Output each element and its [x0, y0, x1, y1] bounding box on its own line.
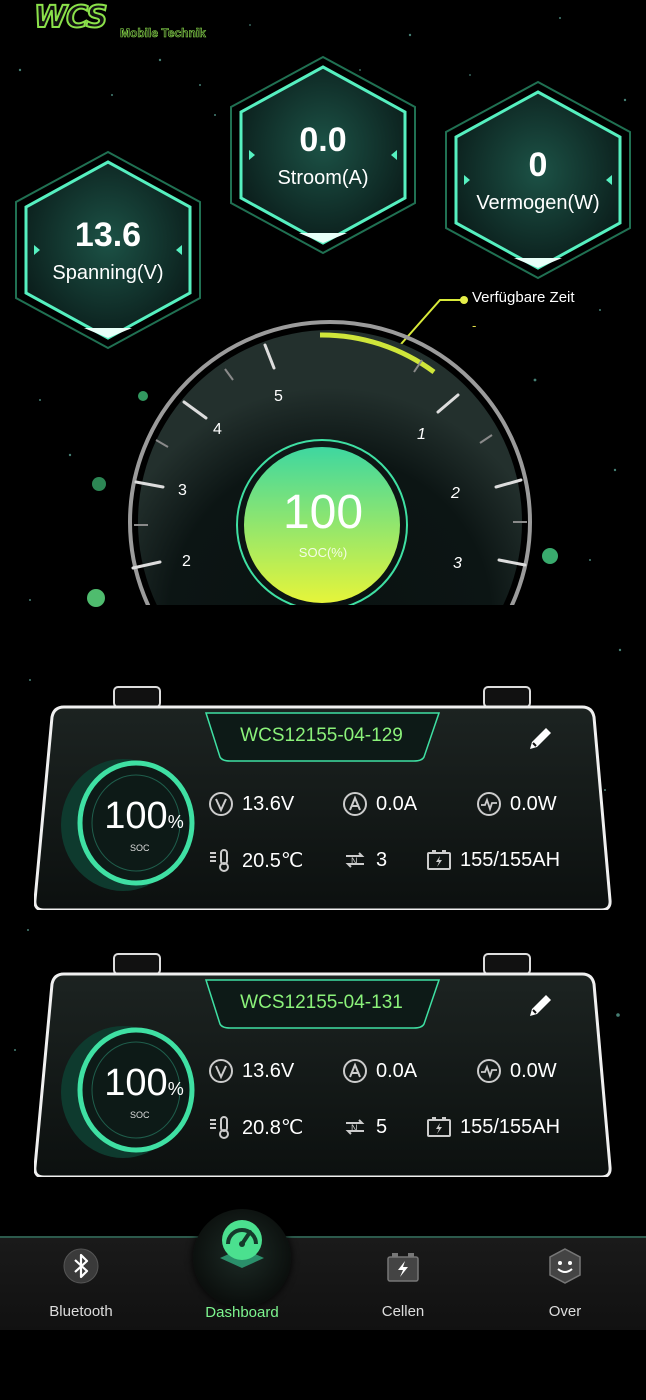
edit-pencil-icon[interactable]: [524, 723, 556, 755]
gauge-tick-label: 1: [417, 426, 426, 443]
power-value: 0: [528, 146, 548, 184]
battery-temperature: 20.5℃: [208, 847, 303, 873]
battery-cycles: N 5: [342, 1114, 387, 1140]
nav-label: Over: [548, 1303, 582, 1320]
wcs-logo: WCS Mobile Technik: [32, 0, 222, 44]
bluetooth-icon: [63, 1248, 99, 1284]
battery-charge-icon: [427, 1117, 451, 1137]
nav-item-dashboard[interactable]: Dashboard: [187, 1220, 297, 1330]
battery-charge-icon: [427, 850, 451, 870]
battery-power: 0.0W: [476, 1058, 557, 1084]
available-time-label: Verfügbare Zeit: [472, 289, 575, 306]
battery-temperature-value: 20.5℃: [242, 849, 304, 872]
battery-power: 0.0W: [476, 791, 557, 817]
nav-label: Bluetooth: [49, 1303, 113, 1320]
battery-temperature-value: 20.8℃: [242, 1116, 304, 1139]
thermometer-icon: [210, 1116, 229, 1139]
logo-mark: WCS: [33, 0, 109, 36]
battery-current-value: 0.0A: [376, 1059, 418, 1082]
battery-voltage-value: 13.6V: [242, 792, 295, 815]
bottom-navigation: Bluetooth Cellen Over: [0, 1236, 646, 1330]
battery-card[interactable]: WCS12155-04-129 100% SOC 13.6V 0.0A 0.0W…: [34, 685, 612, 910]
battery-power-value: 0.0W: [510, 792, 557, 815]
power-wave-icon: [477, 1059, 501, 1083]
power-hex: 0 Vermogen(W): [444, 80, 632, 280]
edit-pencil-icon[interactable]: [524, 990, 556, 1022]
percent-sign: %: [167, 812, 184, 832]
speedometer-icon: [220, 1220, 264, 1268]
smiley-icon: [549, 1248, 581, 1284]
battery-name: WCS12155-04-129: [240, 725, 403, 746]
soc-percent-value: 100: [104, 1062, 168, 1104]
soc-value: 100: [282, 486, 364, 539]
soc-percent-value: 100: [104, 795, 168, 837]
voltage-icon: [209, 792, 233, 816]
battery-capacity: 155/155AH: [426, 847, 560, 873]
power-label: Vermogen(W): [476, 192, 600, 214]
battery-voltage: 13.6V: [208, 1058, 294, 1084]
battery-soc-label: SOC: [130, 843, 150, 853]
nav-label: Cellen: [381, 1303, 425, 1320]
battery-capacity-value: 155/155AH: [460, 1115, 561, 1138]
current-value: 0.0: [299, 121, 347, 159]
nav-item-bluetooth[interactable]: Bluetooth: [26, 1238, 136, 1330]
ampere-icon: [343, 792, 367, 816]
logo-subtitle: Mobile Technik: [120, 26, 206, 41]
voltage-icon: [209, 1059, 233, 1083]
battery-soc-percent: 100%: [94, 795, 194, 838]
battery-voltage-value: 13.6V: [242, 1059, 295, 1082]
thermometer-icon: [210, 849, 229, 872]
battery-capacity-value: 155/155AH: [460, 848, 561, 871]
nav-label: Dashboard: [205, 1304, 279, 1321]
cycle-count-icon: N: [345, 852, 365, 868]
battery-card[interactable]: WCS12155-04-131 100% SOC 13.6V 0.0A 0.0W…: [34, 952, 612, 1177]
battery-soc-percent: 100%: [94, 1062, 194, 1105]
battery-current: 0.0A: [342, 791, 417, 817]
nav-item-cellen[interactable]: Cellen: [348, 1238, 458, 1330]
battery-capacity: 155/155AH: [426, 1114, 560, 1140]
nav-item-over[interactable]: Over: [510, 1238, 620, 1330]
current-label: Stroom(A): [277, 167, 369, 189]
soc-label: SOC(%): [298, 545, 348, 560]
power-wave-icon: [477, 792, 501, 816]
battery-current-value: 0.0A: [376, 792, 418, 815]
battery-cycles-value: 3: [376, 848, 388, 871]
battery-temperature: 20.8℃: [208, 1114, 303, 1140]
battery-cycles-value: 5: [376, 1115, 388, 1138]
battery-voltage: 13.6V: [208, 791, 294, 817]
gauge-tick-label: 4: [213, 421, 222, 438]
voltage-label: Spanning(V): [52, 262, 164, 284]
current-hex: 0.0 Stroom(A): [229, 55, 417, 255]
battery-current: 0.0A: [342, 1058, 417, 1084]
voltage-value: 13.6: [74, 216, 142, 254]
battery-cell-icon: [387, 1253, 419, 1282]
battery-power-value: 0.0W: [510, 1059, 557, 1082]
soc-gauge: 2 3 4 5 1 2 3: [120, 310, 540, 605]
svg-text:N: N: [351, 1123, 358, 1133]
cycle-count-icon: N: [345, 1119, 365, 1135]
gauge-tick-label: 5: [274, 388, 283, 405]
percent-sign: %: [167, 1079, 184, 1099]
battery-cycles: N 3: [342, 847, 387, 873]
battery-name: WCS12155-04-131: [240, 992, 403, 1013]
dashboard-screen: WCS Mobile Technik 13.6 Spanning(V) 0.0 …: [0, 0, 646, 1330]
battery-soc-label: SOC: [130, 1110, 150, 1120]
svg-text:N: N: [351, 856, 358, 866]
ampere-icon: [343, 1059, 367, 1083]
